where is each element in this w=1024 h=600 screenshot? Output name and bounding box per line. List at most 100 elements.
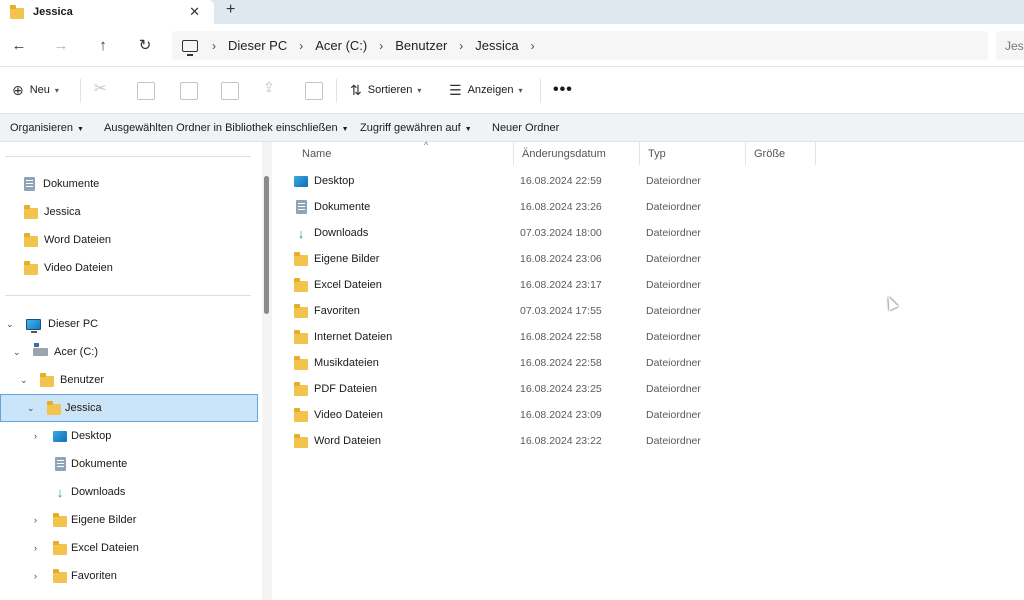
include-library-menu[interactable]: Ausgewählten Ordner in Bibliothek einsch…: [104, 122, 349, 134]
file-row[interactable]: PDF Dateien 16.08.2024 23:25 Dateiordner: [288, 376, 828, 402]
icon-wrap: [292, 303, 310, 318]
icon-wrap: [292, 433, 310, 448]
navigation-scrollbar[interactable]: [262, 142, 272, 600]
chevron-down-icon[interactable]: ⌄: [20, 375, 28, 386]
drive-icon: [33, 343, 48, 356]
tree-item-excel-dateien[interactable]: › Excel Dateien: [4, 535, 254, 561]
file-row[interactable]: Word Dateien 16.08.2024 23:22 Dateiordner: [288, 428, 828, 454]
file-row[interactable]: Video Dateien 16.08.2024 23:09 Dateiordner: [288, 402, 828, 428]
search-input[interactable]: Jess: [996, 31, 1024, 60]
tree-item-desktop[interactable]: › Desktop: [4, 423, 254, 449]
chevron-right-icon[interactable]: ›: [34, 515, 37, 525]
column-label: Größe: [754, 147, 786, 160]
file-date: 16.08.2024 23:17: [520, 279, 602, 291]
quick-access-dokumente[interactable]: Dokumente: [24, 171, 99, 197]
file-name-label: Favoriten: [314, 305, 360, 317]
file-row[interactable]: Musikdateien 16.08.2024 22:58 Dateiordner: [288, 350, 828, 376]
share-icon[interactable]: ⇪: [263, 79, 281, 97]
grant-access-menu[interactable]: Zugriff gewähren auf ▼: [360, 122, 472, 134]
column-header-modified[interactable]: Änderungsdatum: [514, 142, 640, 165]
breadcrumb-benutzer[interactable]: Benutzer: [395, 38, 447, 53]
file-row[interactable]: Dokumente 16.08.2024 23:26 Dateiordner: [288, 194, 828, 220]
view-button[interactable]: ☰ Anzeigen ▾: [449, 79, 522, 101]
tree-item-eigene-bilder[interactable]: › Eigene Bilder: [4, 507, 254, 533]
address-bar[interactable]: › Dieser PC › Acer (C:) › Benutzer › Jes…: [172, 31, 988, 60]
file-row[interactable]: Eigene Bilder 16.08.2024 23:06 Dateiordner: [288, 246, 828, 272]
organize-menu[interactable]: Organisieren ▼: [10, 122, 84, 134]
chevron-right-icon[interactable]: ›: [34, 431, 37, 441]
file-row[interactable]: Desktop 16.08.2024 22:59 Dateiordner: [288, 168, 828, 194]
breadcrumb-jessica[interactable]: Jessica: [475, 38, 518, 53]
tree-item-dieser-pc[interactable]: ⌄ Dieser PC: [4, 311, 254, 337]
close-icon[interactable]: ✕: [189, 4, 200, 20]
new-button[interactable]: ⊕ Neu ▾: [12, 79, 59, 101]
column-label: Änderungsdatum: [522, 147, 606, 160]
quick-access-jessica[interactable]: Jessica: [24, 199, 81, 225]
nav-label: Desktop: [71, 430, 112, 442]
more-options-icon[interactable]: •••: [553, 81, 573, 99]
file-name: Favoriten: [292, 303, 360, 318]
chevron-right-icon[interactable]: ›: [531, 39, 535, 53]
tree-item-dokumente[interactable]: Dokumente: [4, 451, 254, 477]
chevron-right-icon[interactable]: ›: [212, 39, 216, 53]
chevron-down-icon[interactable]: ⌄: [27, 403, 35, 414]
tree-item-acer[interactable]: ⌄ Acer (C:): [4, 339, 254, 365]
forward-arrow-icon[interactable]: →: [50, 34, 72, 56]
sort-label: Sortieren: [367, 84, 413, 96]
column-header-name[interactable]: Name ^: [294, 140, 514, 165]
file-date: 16.08.2024 23:09: [520, 409, 602, 421]
breadcrumb-dieser-pc[interactable]: Dieser PC: [228, 38, 287, 53]
quick-access-video-dateien[interactable]: Video Dateien: [24, 255, 113, 281]
tree-item-favoriten[interactable]: › Favoriten: [4, 563, 254, 589]
sort-button[interactable]: ⇅ Sortieren ▾: [350, 79, 421, 101]
tree-item-jessica[interactable]: ⌄ Jessica: [0, 394, 258, 422]
nav-label: Eigene Bilder: [71, 514, 137, 526]
up-arrow-icon[interactable]: ↑: [92, 34, 114, 56]
quick-access-word-dateien[interactable]: Word Dateien: [24, 227, 111, 253]
ribbon-bar: Organisieren ▼ Ausgewählten Ordner in Bib…: [0, 114, 1024, 142]
nav-label: Dokumente: [71, 458, 128, 470]
chevron-right-icon[interactable]: ›: [34, 543, 37, 553]
copy-icon[interactable]: [137, 82, 155, 100]
breadcrumb-acer[interactable]: Acer (C:): [315, 38, 367, 53]
chevron-right-icon[interactable]: ›: [299, 39, 303, 53]
file-name: Desktop: [292, 175, 354, 187]
documents-icon: [55, 457, 66, 471]
divider: [5, 156, 251, 157]
file-row[interactable]: Favoriten 07.03.2024 17:55 Dateiordner: [288, 298, 828, 324]
file-name: ↓ Downloads: [292, 226, 369, 241]
file-row[interactable]: Excel Dateien 16.08.2024 23:17 Dateiordner: [288, 272, 828, 298]
chevron-right-icon[interactable]: ›: [459, 39, 463, 53]
column-header-type[interactable]: Typ: [640, 142, 746, 165]
tree-item-benutzer[interactable]: ⌄ Benutzer: [4, 367, 254, 393]
chevron-right-icon[interactable]: ›: [379, 39, 383, 53]
tree-item-downloads[interactable]: ↓ Downloads: [4, 479, 254, 505]
tab-jessica[interactable]: Jessica ✕: [0, 0, 214, 24]
column-header-size[interactable]: Größe: [746, 142, 816, 165]
paste-icon[interactable]: [180, 82, 198, 100]
chevron-down-icon: ▼: [341, 126, 349, 133]
delete-icon[interactable]: [305, 82, 323, 100]
desktop-icon: [294, 175, 308, 187]
chevron-down-icon[interactable]: ⌄: [6, 319, 14, 330]
file-row[interactable]: ↓ Downloads 07.03.2024 18:00 Dateiordner: [288, 220, 828, 246]
file-name-label: Word Dateien: [314, 435, 382, 447]
chevron-right-icon[interactable]: ›: [34, 571, 37, 581]
new-folder-button[interactable]: Neuer Ordner: [492, 122, 559, 134]
file-name-label: Internet Dateien: [314, 331, 393, 343]
cut-icon[interactable]: ✂: [94, 79, 112, 97]
scrollbar-thumb[interactable]: [264, 176, 269, 314]
file-row[interactable]: Internet Dateien 16.08.2024 22:58 Dateiord…: [288, 324, 828, 350]
folder-icon: [40, 372, 54, 387]
nav-label: Jessica: [65, 402, 102, 414]
chevron-down-icon[interactable]: ⌄: [13, 347, 21, 358]
file-name-label: Musikdateien: [314, 357, 379, 369]
rename-icon[interactable]: [221, 82, 239, 100]
back-arrow-icon[interactable]: ←: [8, 34, 30, 56]
file-name: Excel Dateien: [292, 277, 382, 292]
folder-icon: [294, 303, 308, 318]
icon-wrap: [292, 200, 310, 214]
plus-icon[interactable]: +: [226, 1, 235, 19]
file-type: Dateiordner: [646, 331, 701, 343]
refresh-icon[interactable]: ↻: [134, 34, 156, 56]
